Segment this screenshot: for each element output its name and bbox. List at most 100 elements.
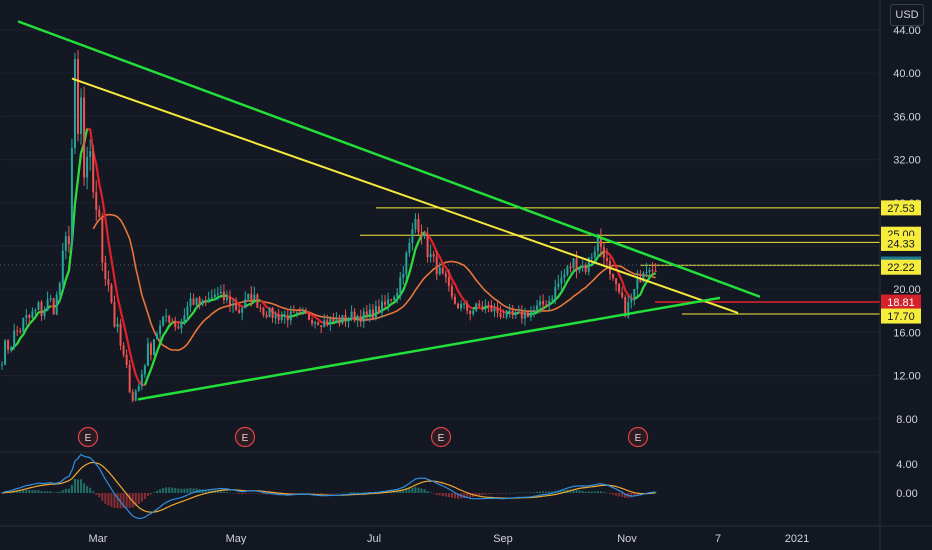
candle-body xyxy=(73,59,76,149)
candle-body xyxy=(341,315,344,324)
macd-histogram-bar xyxy=(529,492,532,493)
candle-body xyxy=(25,315,28,318)
candle-body xyxy=(104,262,107,280)
candle-body xyxy=(475,303,478,311)
candle-body xyxy=(560,277,563,284)
candle-body xyxy=(317,322,320,326)
candle-body xyxy=(125,354,128,365)
candle xyxy=(119,319,122,351)
candle-body xyxy=(110,284,113,303)
macd-axis-tick: 0.00 xyxy=(896,488,917,500)
candle-body xyxy=(292,311,295,313)
earnings-marker-label: E xyxy=(635,433,642,444)
candle-body xyxy=(153,339,155,355)
candle-body xyxy=(98,209,101,217)
candle-body xyxy=(621,292,624,298)
macd-histogram-bar xyxy=(502,493,505,494)
macd-histogram-bar xyxy=(238,493,241,495)
candle-body xyxy=(566,266,569,275)
currency-selector[interactable]: USD xyxy=(890,4,924,26)
candle xyxy=(128,360,131,394)
macd-histogram-bar xyxy=(414,487,417,493)
candle-body xyxy=(581,265,584,268)
candle-body xyxy=(390,299,393,301)
candle-body xyxy=(253,294,256,300)
candle-body xyxy=(40,302,43,317)
macd-histogram-bar xyxy=(314,493,317,494)
candle xyxy=(308,312,311,321)
macd-histogram-bar xyxy=(256,493,259,494)
macd-histogram-bar xyxy=(295,493,298,494)
candle-body xyxy=(207,298,210,302)
candle-body xyxy=(523,312,526,319)
candle-body xyxy=(490,305,493,312)
macd-histogram-bar xyxy=(46,491,49,493)
candle-body xyxy=(511,310,514,315)
candle-body xyxy=(469,310,472,314)
macd-histogram-bar xyxy=(548,491,551,493)
candle-body xyxy=(4,340,7,365)
price-badge-label: 22.22 xyxy=(887,262,915,274)
price-badge: 27.53 xyxy=(881,200,921,216)
candle-body xyxy=(219,291,222,294)
macd-histogram-bar xyxy=(596,491,599,493)
candle-body xyxy=(119,323,122,346)
candle-body xyxy=(320,325,323,328)
earnings-marker[interactable]: E xyxy=(627,426,649,448)
candle-body xyxy=(171,322,174,324)
candle-body xyxy=(402,273,405,278)
candle-body xyxy=(408,242,411,253)
macd-histogram-bar xyxy=(508,492,511,494)
candle-body xyxy=(271,307,274,319)
price-badge-label: 24.33 xyxy=(887,238,915,250)
macd-histogram-bar xyxy=(177,488,180,493)
macd-histogram-bar xyxy=(165,487,168,493)
macd-histogram-bar xyxy=(511,492,514,494)
macd-axis-tick: 4.00 xyxy=(896,459,917,471)
macd-histogram-bar xyxy=(222,491,225,493)
macd-histogram-bar xyxy=(49,491,52,493)
macd-histogram-bar xyxy=(317,493,320,494)
candle-body xyxy=(52,298,55,315)
earnings-marker[interactable]: E xyxy=(234,426,256,448)
earnings-marker[interactable]: E xyxy=(430,426,452,448)
candle-body xyxy=(414,219,417,229)
candle-body xyxy=(216,293,219,295)
candle xyxy=(110,283,113,304)
candle-body xyxy=(326,320,329,325)
macd-histogram-bar xyxy=(450,493,453,498)
candle-body xyxy=(526,312,529,318)
candle-body xyxy=(201,301,204,305)
price-chart[interactable]: EEEE 44.0040.0036.0032.0028.0024.0020.00… xyxy=(0,0,932,550)
candle-body xyxy=(633,289,636,299)
macd-histogram-bar xyxy=(338,492,341,494)
candle-body xyxy=(67,236,70,245)
candle-body xyxy=(89,151,92,157)
candle-body xyxy=(192,298,195,305)
candle-body xyxy=(417,219,420,233)
earnings-marker[interactable]: E xyxy=(77,426,99,448)
macd-histogram-bar xyxy=(37,490,40,493)
candle-body xyxy=(229,297,231,306)
macd-histogram-bar xyxy=(323,493,326,494)
candle-body xyxy=(393,296,396,301)
candle-body xyxy=(143,365,146,375)
candle-body xyxy=(615,278,618,284)
candle-body xyxy=(387,299,390,305)
macd-histogram-bar xyxy=(335,492,338,494)
macd-histogram-bar xyxy=(581,490,584,493)
macd-histogram-bar xyxy=(301,492,304,494)
macd-histogram-bar xyxy=(587,491,590,493)
candle-body xyxy=(149,343,152,355)
candle-body xyxy=(362,311,365,322)
candle-body xyxy=(517,311,520,313)
candle-body xyxy=(618,283,621,293)
macd-histogram-bar xyxy=(25,489,28,493)
macd-histogram-bar xyxy=(180,488,183,493)
candle-body xyxy=(265,314,268,318)
macd-histogram-bar xyxy=(520,492,523,494)
macd-histogram-bar xyxy=(444,493,447,497)
macd-histogram-bar xyxy=(618,493,621,497)
price-axis-tick: 36.00 xyxy=(893,111,921,123)
macd-histogram-bar xyxy=(171,487,174,493)
